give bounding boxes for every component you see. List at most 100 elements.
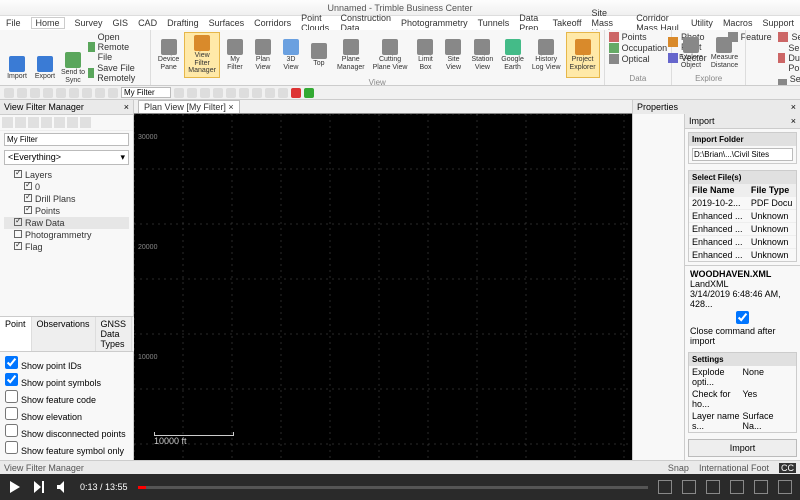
select-by-elevation-item[interactable]: Select by Elevation xyxy=(778,74,800,86)
tree-node-flag[interactable]: Flag xyxy=(4,241,129,253)
limit-box-button[interactable]: Limit Box xyxy=(412,32,438,78)
tree-node-drill-plans[interactable]: Drill Plans xyxy=(4,193,129,205)
project-explorer-button[interactable]: Project Explorer xyxy=(566,32,600,78)
tree-node-points[interactable]: Points xyxy=(4,205,129,217)
file-row[interactable]: Enhanced ...Unknown xyxy=(689,249,796,262)
option-show-disconnected-points[interactable]: Show disconnected points xyxy=(5,423,128,440)
view-filter-manager-button[interactable]: View Filter Manager xyxy=(184,32,220,78)
explore-object-button[interactable]: Explore Object xyxy=(676,32,706,74)
file-row[interactable]: Enhanced ...Unknown xyxy=(689,236,796,249)
close-icon[interactable]: × xyxy=(228,102,233,112)
plane-manager-button[interactable]: Plane Manager xyxy=(334,32,368,78)
plan-viewport[interactable]: 300002000010000 10000 ft xyxy=(134,114,632,460)
qat-icon[interactable] xyxy=(56,88,66,98)
send-to-sync-button[interactable]: Send to Sync xyxy=(60,32,86,86)
col-filetype[interactable]: File Type xyxy=(751,185,793,195)
option-show-point-symbols[interactable]: Show point symbols xyxy=(5,372,128,389)
next-button[interactable] xyxy=(32,480,46,494)
optical-item[interactable]: Optical xyxy=(609,54,668,64)
seek-bar[interactable] xyxy=(138,486,648,489)
tool-icon[interactable] xyxy=(67,117,78,128)
checkbox-icon[interactable] xyxy=(14,230,22,238)
selection-explorer-button[interactable]: Selection Explorer xyxy=(750,32,776,86)
qat-icon[interactable] xyxy=(252,88,262,98)
menu-utility[interactable]: Utility xyxy=(691,18,713,28)
qat-icon[interactable] xyxy=(187,88,197,98)
measure-distance-button[interactable]: Measure Distance xyxy=(708,32,741,74)
points-item[interactable]: Points xyxy=(609,32,668,42)
plan-view-button[interactable]: Plan View xyxy=(250,32,276,78)
select-points-item[interactable]: Select Points xyxy=(778,32,800,42)
menu-tunnels[interactable]: Tunnels xyxy=(478,18,510,28)
station-view-button[interactable]: Station View xyxy=(468,32,496,78)
menu-photogrammetry[interactable]: Photogrammetry xyxy=(401,18,468,28)
import-button[interactable]: Import xyxy=(688,439,797,457)
menu-file[interactable]: File xyxy=(6,18,21,28)
tool-icon[interactable] xyxy=(54,117,65,128)
checkbox-icon[interactable] xyxy=(24,194,32,202)
tool-icon[interactable] xyxy=(80,117,91,128)
qat-icon[interactable] xyxy=(17,88,27,98)
google-earth-button[interactable]: Google Earth xyxy=(498,32,527,78)
menu-corridors[interactable]: Corridors xyxy=(254,18,291,28)
setting-row[interactable]: Check for ho...Yes xyxy=(689,388,796,410)
my-filter-button[interactable]: My Filter xyxy=(222,32,248,78)
play-button[interactable] xyxy=(8,480,22,494)
top-view-button[interactable]: Top xyxy=(306,32,332,78)
qat-icon[interactable] xyxy=(69,88,79,98)
tree-node-photogrammetry[interactable]: Photogrammetry xyxy=(4,229,129,241)
export-button[interactable]: Export xyxy=(32,32,58,86)
fullscreen-button[interactable] xyxy=(778,480,792,494)
3d-view-button[interactable]: 3D View xyxy=(278,32,304,78)
qat-icon[interactable] xyxy=(4,88,14,98)
occupation-item[interactable]: Occupation xyxy=(609,43,668,53)
filter-search-input[interactable] xyxy=(4,133,129,146)
settings-button[interactable] xyxy=(706,480,720,494)
qat-filter-input[interactable] xyxy=(121,87,171,98)
menu-macros[interactable]: Macros xyxy=(723,18,753,28)
import-folder-input[interactable] xyxy=(692,148,793,161)
plan-view-tab[interactable]: Plan View [My Filter] × xyxy=(138,100,240,113)
menu-survey[interactable]: Survey xyxy=(75,18,103,28)
import-button[interactable]: Import xyxy=(4,32,30,86)
qat-icon[interactable] xyxy=(95,88,105,98)
close-after-check[interactable]: Close command after import xyxy=(690,316,795,346)
qat-icon[interactable] xyxy=(30,88,40,98)
close-icon[interactable]: × xyxy=(791,102,796,112)
device-pane-button[interactable]: Device Pane xyxy=(155,32,182,78)
filter-scope-combo[interactable]: <Everything> ▾ xyxy=(4,150,129,165)
tool-icon[interactable] xyxy=(2,117,13,128)
close-icon[interactable]: × xyxy=(791,116,796,126)
file-row[interactable]: Enhanced ...Unknown xyxy=(689,210,796,223)
qat-icon[interactable] xyxy=(82,88,92,98)
captions-button[interactable] xyxy=(682,480,696,494)
tree-node-0[interactable]: 0 xyxy=(4,181,129,193)
menu-home[interactable]: Home xyxy=(31,17,65,29)
qat-icon[interactable] xyxy=(43,88,53,98)
history-log-view-button[interactable]: History Log View xyxy=(529,32,564,78)
select-duplicate-points-item[interactable]: Select Duplicate Points xyxy=(778,43,800,73)
theater-button[interactable] xyxy=(754,480,768,494)
autoplay-toggle[interactable] xyxy=(658,480,672,494)
tool-icon[interactable] xyxy=(28,117,39,128)
tab-observations[interactable]: Observations xyxy=(32,317,96,351)
qat-icon[interactable] xyxy=(278,88,288,98)
option-show-elevation[interactable]: Show elevation xyxy=(5,406,128,423)
status-snap[interactable]: Snap xyxy=(668,463,689,473)
save-file-remotely-item[interactable]: Save File Remotely xyxy=(88,63,146,83)
qat-icon[interactable] xyxy=(174,88,184,98)
tool-icon[interactable] xyxy=(41,117,52,128)
checkbox-icon[interactable] xyxy=(14,170,22,178)
checkbox-icon[interactable] xyxy=(24,182,32,190)
checkbox-icon[interactable] xyxy=(14,218,22,226)
menu-surfaces[interactable]: Surfaces xyxy=(209,18,245,28)
tree-node-raw-data[interactable]: Raw Data xyxy=(4,217,129,229)
open-remote-file-item[interactable]: Open Remote File xyxy=(88,32,146,62)
qat-icon[interactable] xyxy=(200,88,210,98)
setting-row[interactable]: Layer name s...Surface Na... xyxy=(689,410,796,432)
checkbox-icon[interactable] xyxy=(24,206,32,214)
qat-record-icon[interactable] xyxy=(291,88,301,98)
tab-gnssdatatypes[interactable]: GNSS Data Types xyxy=(96,317,133,351)
tab-point[interactable]: Point xyxy=(0,317,32,351)
menu-support[interactable]: Support xyxy=(762,18,794,28)
